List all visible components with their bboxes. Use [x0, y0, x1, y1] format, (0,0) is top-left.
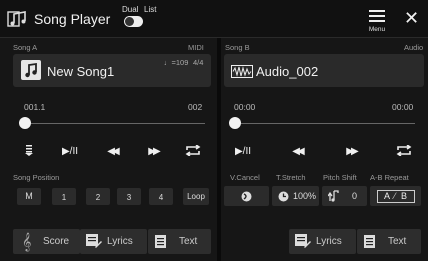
ab-repeat-label: A-B Repeat	[370, 173, 409, 182]
loop-button[interactable]: Loop	[183, 188, 209, 205]
song-a-progress-thumb[interactable]	[19, 117, 31, 129]
close-button[interactable]: ✕	[404, 9, 419, 27]
song-b-progress-track[interactable]	[235, 123, 415, 124]
menu-button[interactable]: Menu	[366, 8, 388, 34]
song-b-progress-thumb[interactable]	[229, 117, 241, 129]
tstretch-button[interactable]: 100%	[272, 186, 319, 206]
song-b-repeat-icon[interactable]	[396, 145, 412, 156]
song-a-play-pause-button[interactable]: ▶/II	[58, 146, 82, 157]
song-b-name: Audio_002	[256, 64, 319, 79]
time-signature: 4/4	[193, 58, 204, 67]
song-b-type: Audio	[404, 43, 424, 52]
ab-b-marker: B	[401, 191, 408, 201]
song-a-lyrics-button[interactable]: Lyrics	[80, 229, 147, 254]
song-a-panel: Song A MIDI New Song1 ♩=109 4/4 001.1 00…	[0, 38, 217, 261]
song-b-select[interactable]: Audio_002	[224, 54, 424, 87]
song-a-position-start: 001.1	[24, 102, 46, 112]
song-b-fast-forward-button[interactable]: ▶▶	[341, 146, 361, 157]
menu-label: Menu	[368, 26, 386, 33]
song-a-fast-forward-button[interactable]: ▶▶	[143, 146, 163, 157]
score-button-label: Score	[43, 236, 70, 247]
lyrics-icon	[86, 234, 102, 248]
ab-a-marker: A	[384, 191, 391, 201]
song-b-label: Song B	[225, 43, 250, 52]
position-1-button[interactable]: 1	[52, 188, 76, 205]
song-b-panel: Song B Audio Audio_002 00:00 00:00 ▶/II …	[221, 38, 428, 261]
song-a-progress-track[interactable]	[25, 123, 205, 124]
text-button-label: Text	[388, 236, 407, 247]
tempo-value: ♩=109	[164, 58, 189, 67]
position-3-button[interactable]: 3	[117, 188, 141, 205]
position-4-button[interactable]: 4	[149, 188, 173, 205]
ab-repeat-button[interactable]: A ⁄ B	[370, 186, 421, 206]
score-list-icon[interactable]	[24, 145, 34, 156]
text-document-icon	[155, 235, 166, 248]
ab-separator-icon: ⁄	[394, 191, 396, 201]
lyrics-icon	[295, 234, 311, 248]
clock-icon	[278, 191, 289, 202]
text-document-icon	[364, 235, 375, 248]
pitch-shift-value: 0	[352, 191, 358, 201]
hamburger-bar	[369, 20, 385, 22]
song-a-position-end: 002	[188, 102, 203, 112]
position-m-button[interactable]: M	[17, 188, 41, 205]
pitch-shift-icon	[328, 190, 339, 202]
song-b-time-start: 00:00	[234, 102, 256, 112]
lyrics-button-label: Lyrics	[107, 236, 133, 247]
app-title: Song Player	[34, 11, 111, 27]
song-b-rewind-button[interactable]: ◀◀	[287, 146, 307, 157]
audio-waveform-icon	[231, 65, 253, 78]
hamburger-icon	[369, 10, 385, 12]
tstretch-value: 100%	[293, 191, 317, 201]
song-b-play-pause-button[interactable]: ▶/II	[231, 146, 255, 157]
list-label: List	[144, 5, 157, 14]
dual-label: Dual	[122, 5, 139, 14]
lyrics-button-label: Lyrics	[316, 236, 342, 247]
ab-repeat-box: A ⁄ B	[377, 190, 415, 203]
text-button-label: Text	[179, 236, 198, 247]
song-a-rewind-button[interactable]: ◀◀	[102, 146, 122, 157]
vcancel-label: V.Cancel	[230, 173, 260, 182]
tstretch-label: T.Stretch	[276, 173, 306, 182]
song-a-name: New Song1	[47, 64, 115, 79]
voice-cancel-icon	[241, 191, 252, 202]
vcancel-button[interactable]	[224, 186, 269, 206]
song-a-type: MIDI	[188, 43, 204, 52]
position-2-button[interactable]: 2	[86, 188, 110, 205]
toggle-knob	[125, 17, 134, 26]
midi-song-icon	[21, 60, 41, 80]
song-position-label: Song Position	[13, 173, 60, 182]
song-b-time-end: 00:00	[392, 102, 414, 112]
dual-list-toggle[interactable]	[124, 16, 143, 27]
score-button[interactable]: 𝄞 Score	[13, 229, 80, 254]
music-note-icon	[7, 11, 26, 27]
song-b-lyrics-button[interactable]: Lyrics	[289, 229, 356, 254]
treble-clef-icon: 𝄞	[22, 232, 32, 251]
pitch-shift-button[interactable]: 0	[322, 186, 367, 206]
hamburger-bar	[369, 15, 385, 17]
song-a-select[interactable]: New Song1 ♩=109 4/4	[13, 54, 211, 87]
title-bar: Song Player Dual List Menu ✕	[0, 0, 428, 38]
song-a-repeat-icon[interactable]	[185, 145, 201, 156]
song-a-text-button[interactable]: Text	[148, 229, 211, 254]
pitch-shift-label: Pitch Shift	[323, 173, 357, 182]
song-b-text-button[interactable]: Text	[357, 229, 421, 254]
song-a-label: Song A	[13, 43, 38, 52]
